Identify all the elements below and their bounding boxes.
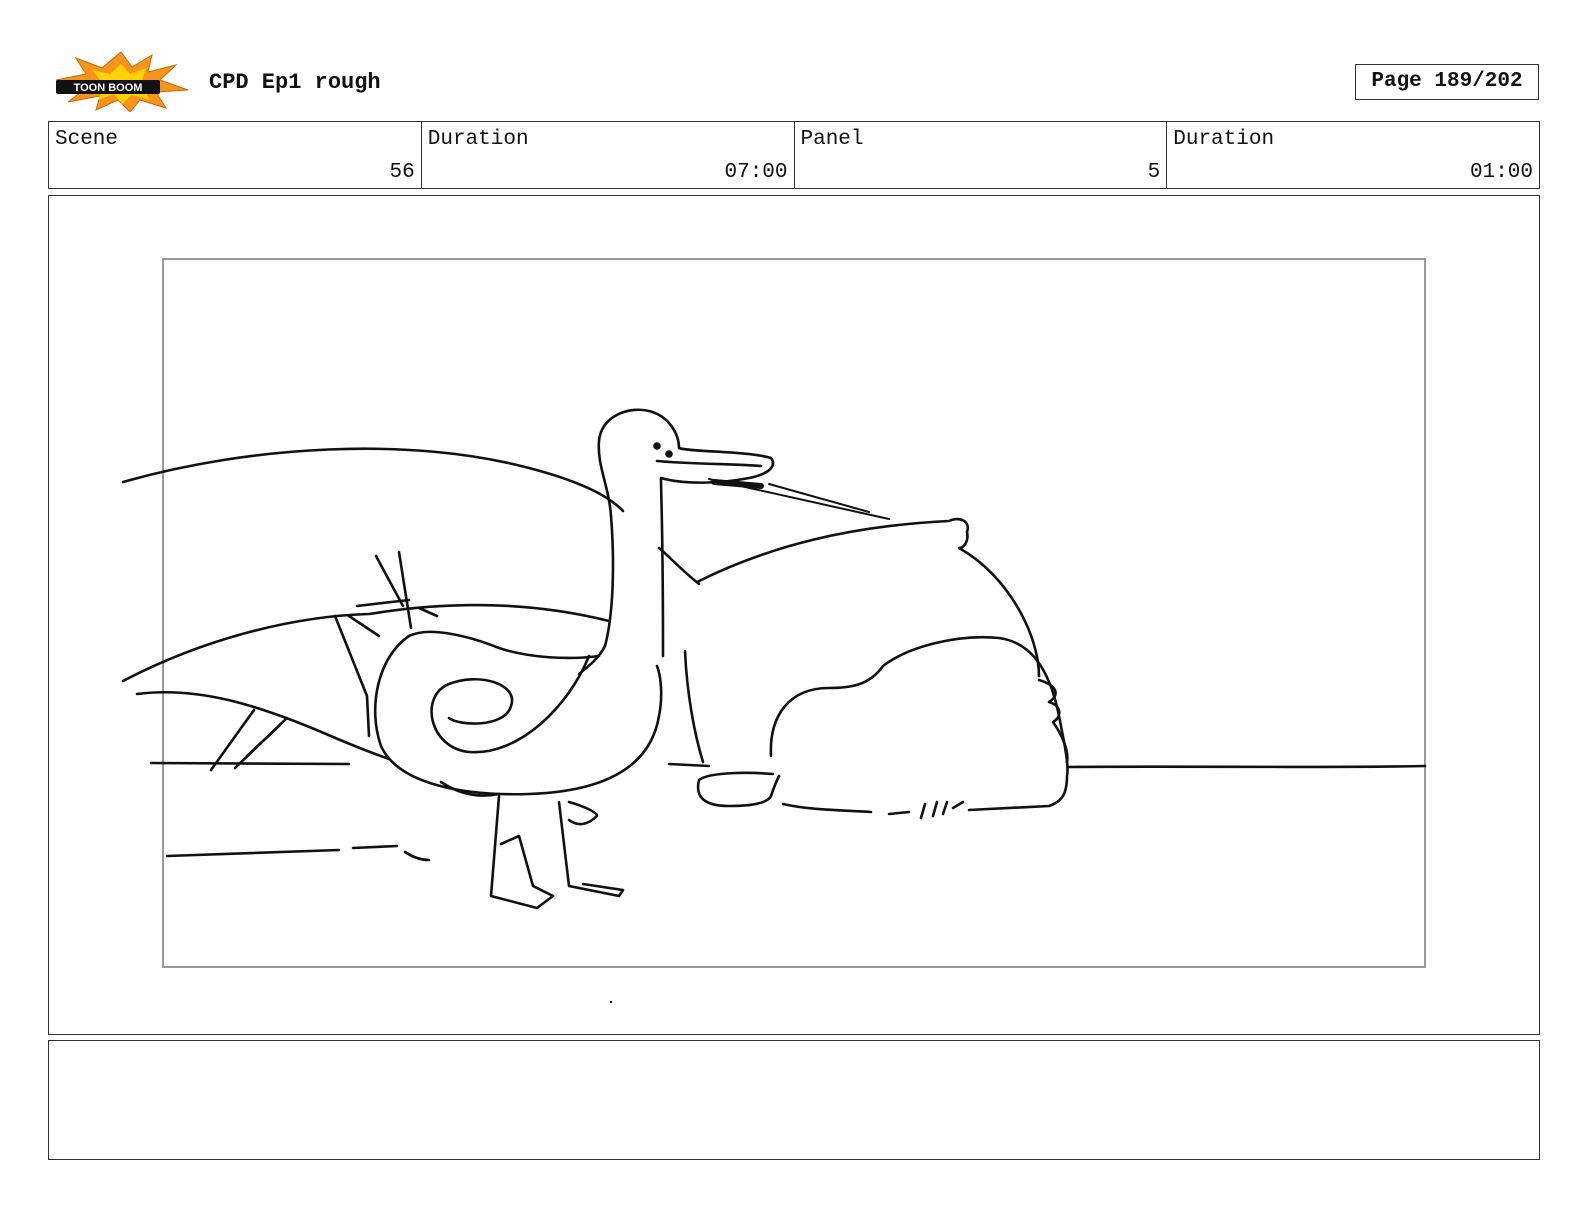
document-title: CPD Ep1 rough	[209, 70, 381, 95]
page-number: Page 189/202	[1355, 64, 1539, 100]
camera-frame	[162, 258, 1426, 968]
scene-cell: Scene 56	[49, 122, 422, 188]
scene-duration-value: 07:00	[724, 161, 788, 184]
goose-leg-right	[557, 800, 625, 898]
scene-label: Scene	[55, 128, 119, 151]
goose-body	[373, 634, 663, 796]
hill-back	[121, 447, 625, 513]
panel-cell: Panel 5	[795, 122, 1168, 188]
creature-head	[769, 635, 1069, 812]
storyboard-panel	[48, 195, 1540, 1035]
scene-duration-label: Duration	[427, 128, 529, 151]
panel-duration-label: Duration	[1173, 128, 1275, 151]
goose-wing	[430, 654, 591, 754]
scene-value: 56	[389, 161, 415, 184]
panel-value: 5	[1147, 161, 1161, 184]
panel-sketch	[121, 258, 1427, 1004]
scene-info-row: Scene 56 Duration 07:00 Panel 5 Duration…	[48, 121, 1540, 189]
goose-leg-left	[489, 794, 555, 910]
scene-duration-cell: Duration 07:00	[422, 122, 795, 188]
panel-duration-value: 01:00	[1469, 161, 1533, 184]
creature-top	[695, 517, 1041, 678]
ground-line-right	[1067, 764, 1427, 769]
goose-neck	[597, 408, 775, 658]
panel-duration-cell: Duration 01:00	[1167, 122, 1539, 188]
hill-middle	[121, 603, 611, 683]
panel-label: Panel	[800, 128, 864, 151]
panel-notes[interactable]	[48, 1040, 1540, 1160]
logo-text: TOON BOOM	[74, 82, 143, 94]
toon-boom-logo: TOON BOOM	[52, 50, 190, 113]
ground-line-left	[149, 761, 351, 766]
